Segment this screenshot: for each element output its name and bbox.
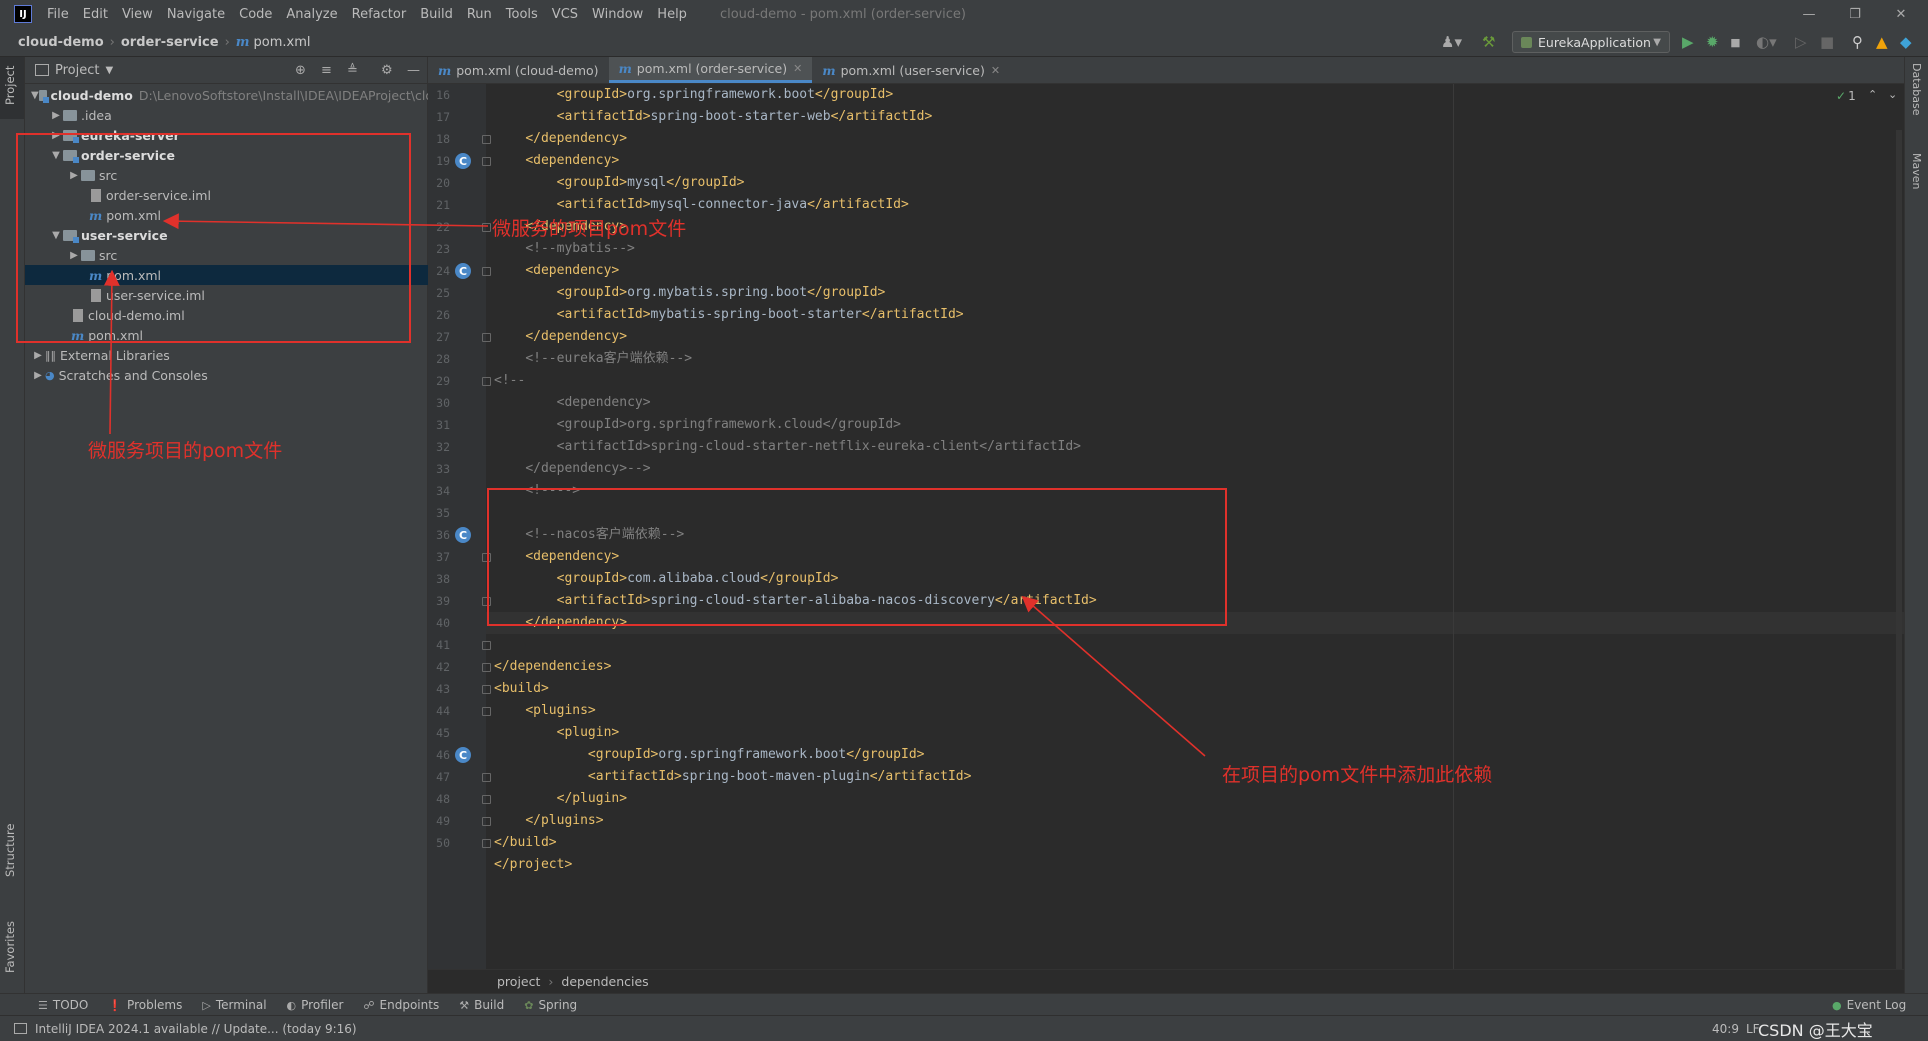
annotation-arrow-2	[103, 269, 120, 435]
annotation-label-3: 在项目的pom文件中添加此依赖	[1222, 764, 1493, 786]
annotation-arrow-1	[162, 213, 489, 230]
annotation-arrow-3	[1021, 595, 1206, 757]
annotation-arrows	[103, 213, 1206, 757]
annotation-label-2: 微服务项目的pom文件	[88, 440, 283, 462]
annotation-label-1: 微服务的项目pom文件	[492, 218, 687, 240]
